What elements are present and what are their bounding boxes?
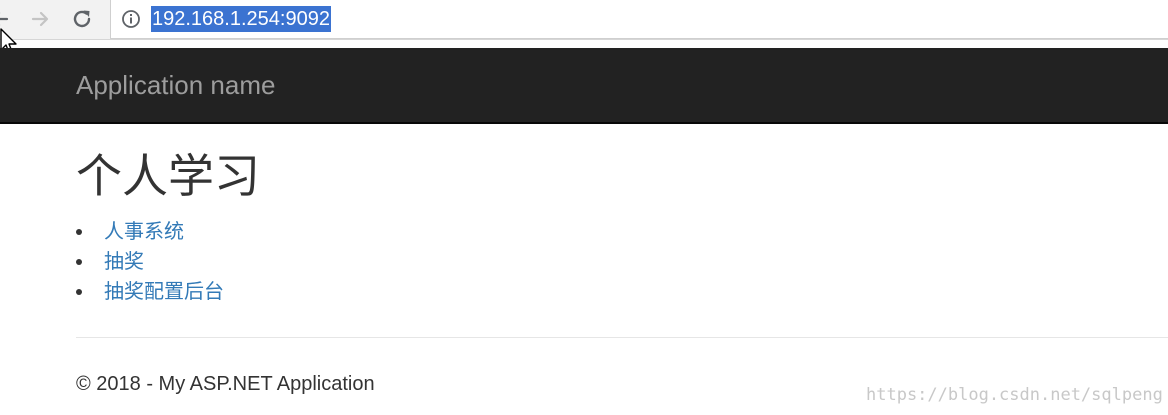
arrow-left-icon [0, 12, 9, 26]
address-bar-url[interactable]: 192.168.1.254:9092 [151, 6, 331, 32]
bullet-icon [76, 229, 82, 235]
bullet-icon [76, 259, 82, 265]
forward-button[interactable] [26, 5, 54, 33]
watermark: https://blog.csdn.net/sqlpeng [866, 385, 1163, 405]
browser-toolbar: 192.168.1.254:9092 [0, 0, 1168, 40]
navbar: Application name [0, 48, 1168, 124]
link-lottery-admin[interactable]: 抽奖配置后台 [104, 279, 224, 303]
list-item: 抽奖配置后台 [76, 276, 224, 306]
link-list: 人事系统 抽奖 抽奖配置后台 [76, 216, 224, 306]
reload-icon [73, 10, 91, 28]
info-icon[interactable] [121, 9, 141, 29]
footer-copyright: © 2018 - My ASP.NET Application [76, 373, 375, 395]
link-hr-system[interactable]: 人事系统 [104, 219, 184, 243]
list-item: 抽奖 [76, 246, 224, 276]
reload-button[interactable] [68, 5, 96, 33]
page-title: 个人学习 [76, 149, 260, 203]
arrow-right-icon [31, 11, 49, 27]
list-item: 人事系统 [76, 216, 224, 246]
link-lottery[interactable]: 抽奖 [104, 249, 144, 273]
address-bar[interactable]: 192.168.1.254:9092 [110, 0, 1168, 39]
footer-divider [76, 337, 1168, 338]
bullet-icon [76, 289, 82, 295]
brand-link[interactable]: Application name [76, 70, 275, 100]
